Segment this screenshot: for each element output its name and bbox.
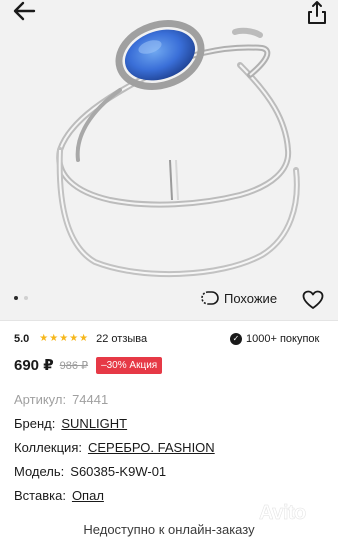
attribute-row-insert: Вставка: Опал: [14, 487, 215, 511]
similar-label: Похожие: [224, 290, 278, 306]
avito-watermark: Avito: [232, 502, 307, 525]
star-icon: ★: [69, 333, 79, 344]
arrow-left-icon: [13, 1, 36, 21]
product-attributes: Артикул: 74441 Бренд: SUNLIGHT Коллекция…: [14, 391, 215, 511]
attribute-value: 74441: [72, 392, 109, 407]
star-icon: ★: [59, 333, 69, 344]
attribute-label: Модель:: [14, 464, 65, 479]
gallery-pagination: [14, 296, 28, 300]
section-divider: [0, 320, 338, 321]
attribute-label: Коллекция:: [14, 440, 82, 455]
product-image-gallery[interactable]: Похожие: [0, 0, 338, 320]
attribute-label: Артикул:: [14, 392, 67, 407]
product-image-ring: [56, 20, 300, 278]
watermark-text: Avito: [259, 502, 307, 525]
attribute-value: S60385-K9W-01: [70, 464, 167, 479]
collection-link[interactable]: СЕРЕБРО. FASHION: [88, 439, 215, 463]
purchases-badge: ✓ 1000+ покупок: [230, 333, 319, 345]
attribute-row-collection: Коллекция: СЕРЕБРО. FASHION: [14, 439, 215, 463]
reviews-count[interactable]: 22 отзыва: [96, 333, 147, 345]
pagination-dot[interactable]: [24, 296, 28, 300]
heart-icon: [302, 290, 324, 309]
purchases-label: 1000+ покупок: [246, 333, 320, 345]
attribute-label: Вставка:: [14, 488, 66, 503]
discount-badge[interactable]: –30% Акция: [96, 356, 163, 374]
rating-row[interactable]: 5.0 ★ ★ ★ ★ ★ 22 отзыва: [14, 333, 147, 345]
brand-link[interactable]: SUNLIGHT: [61, 415, 127, 439]
share-icon: [308, 1, 326, 24]
insert-link[interactable]: Опал: [72, 487, 104, 511]
attribute-row-brand: Бренд: SUNLIGHT: [14, 415, 215, 439]
price-row: 690 ₽ 986 ₽ –30% Акция: [14, 356, 163, 374]
favorite-button[interactable]: [302, 290, 324, 310]
star-icon: ★: [49, 333, 59, 344]
star-icon: ★: [39, 333, 49, 344]
attribute-row-model: Модель: S60385-K9W-01: [14, 463, 215, 487]
rating-value: 5.0: [14, 333, 30, 345]
similar-icon: [201, 291, 219, 305]
old-price: 986 ₽: [59, 359, 89, 372]
attribute-label: Бренд:: [14, 416, 56, 431]
avito-logo-icon: [232, 503, 256, 524]
attribute-row-article: Артикул: 74441: [14, 391, 215, 415]
star-icon: ★: [79, 333, 89, 344]
rating-stars: ★ ★ ★ ★ ★: [39, 334, 88, 344]
current-price: 690 ₽: [14, 357, 54, 374]
similar-button[interactable]: Похожие: [200, 290, 277, 306]
back-button[interactable]: [10, 0, 40, 26]
share-button[interactable]: [304, 0, 330, 26]
check-circle-icon: ✓: [230, 333, 242, 345]
pagination-dot[interactable]: [14, 296, 18, 300]
